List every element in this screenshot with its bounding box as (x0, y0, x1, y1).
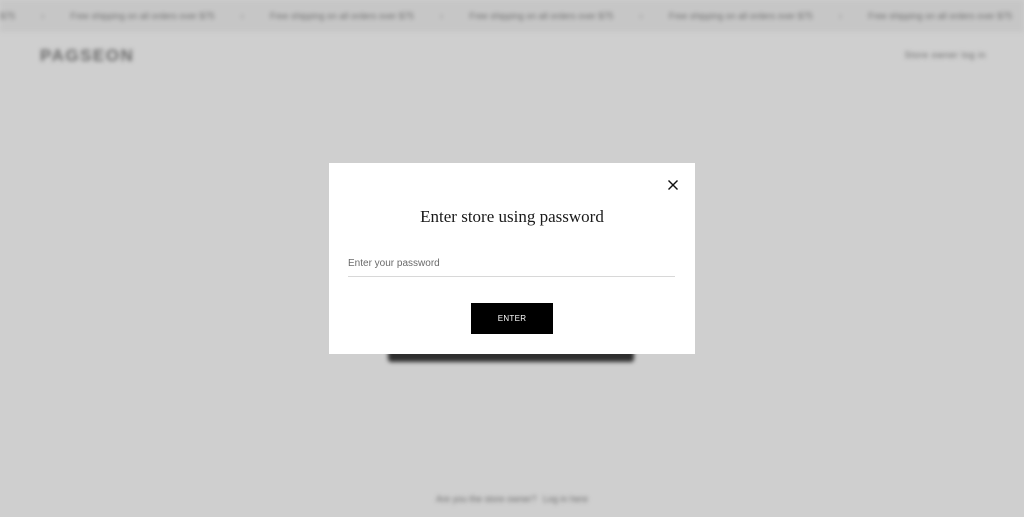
footer-login-link: Log in here (543, 494, 589, 504)
close-button[interactable] (665, 177, 681, 193)
announcement-item: Free shipping on all orders over $75 (668, 11, 813, 21)
close-icon (668, 180, 678, 190)
announcement-bar: $75 › Free shipping on all orders over $… (0, 0, 1024, 32)
footer-owner-prompt: Are you the store owner? Log in here (0, 494, 1024, 504)
footer-question: Are you the store owner? (435, 494, 537, 504)
password-page: $75 › Free shipping on all orders over $… (0, 0, 1024, 517)
announcement-fragment: $75 (0, 11, 16, 21)
modal-title: Enter store using password (420, 207, 604, 226)
chevron-right-icon: › (41, 10, 45, 22)
enter-button[interactable]: ENTER (471, 303, 553, 334)
announcement-item: Free shipping on all orders over $75 (469, 11, 614, 21)
chevron-right-icon: › (240, 10, 244, 22)
chevron-right-icon: › (439, 10, 444, 22)
announcement-item: Free shipping on all orders over $75 (868, 11, 1013, 21)
chevron-right-icon: › (838, 10, 843, 22)
announcement-item: Free shipping on all orders over $75 (269, 11, 414, 21)
store-logo: PAGSEON (40, 46, 135, 65)
announcement-item: Free shipping on all orders over $75 (70, 11, 215, 21)
password-input[interactable] (348, 251, 675, 277)
chevron-right-icon: › (639, 10, 643, 22)
password-modal: Enter store using password ENTER (329, 163, 695, 354)
owner-login-link: Store owner log in (904, 50, 986, 60)
